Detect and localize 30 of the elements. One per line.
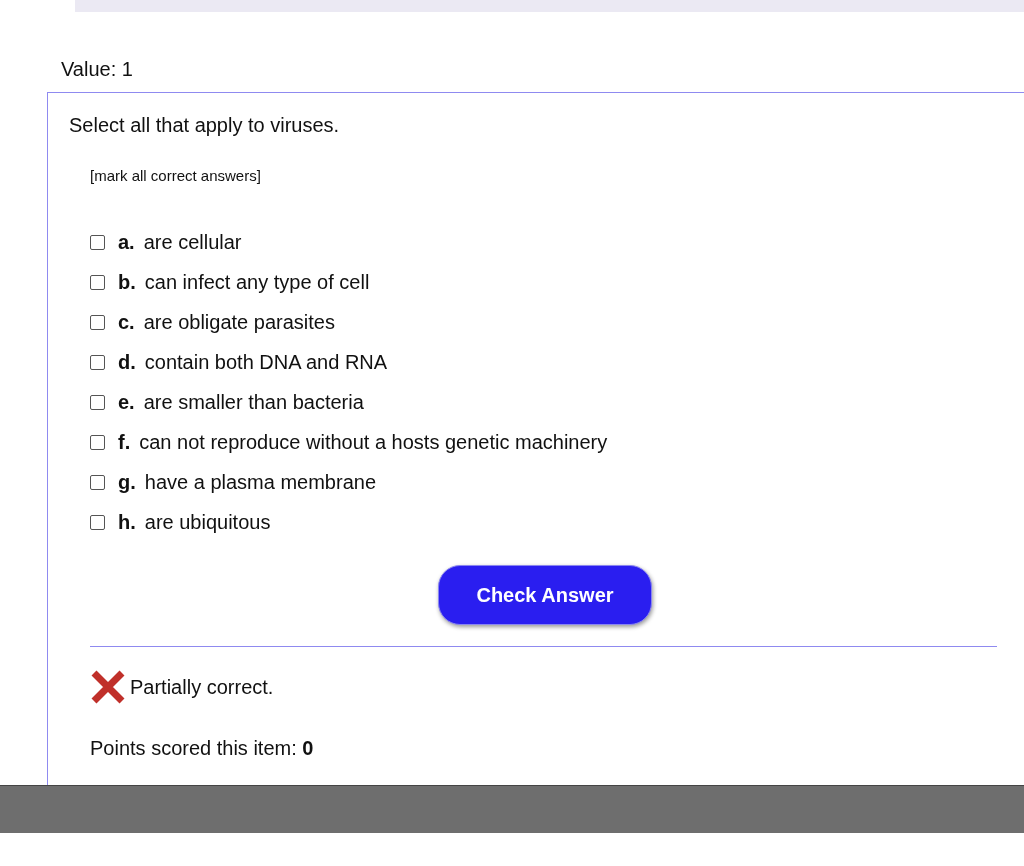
option-text: contain both DNA and RNA xyxy=(144,350,388,374)
checkbox[interactable] xyxy=(90,394,105,410)
checkbox[interactable] xyxy=(90,314,105,330)
checkbox[interactable] xyxy=(90,234,105,250)
option-text: are smaller than bacteria xyxy=(143,390,364,414)
option-text: have a plasma membrane xyxy=(144,470,376,494)
option-letter: e. xyxy=(118,390,135,414)
option-letter: a. xyxy=(118,230,135,254)
check-answer-button[interactable]: Check Answer xyxy=(438,565,652,625)
question-prompt: Select all that apply to viruses. xyxy=(69,113,341,137)
checkbox[interactable] xyxy=(90,514,105,530)
checkbox[interactable] xyxy=(90,354,105,370)
option-text: are ubiquitous xyxy=(144,510,271,534)
option-letter: h. xyxy=(118,510,136,534)
instruction-text: [mark all correct answers] xyxy=(90,167,262,184)
checkbox[interactable] xyxy=(90,274,105,290)
value-label: Value: 1 xyxy=(61,58,134,80)
option-letter: g. xyxy=(118,470,136,494)
option-text: are cellular xyxy=(143,230,242,254)
checkbox[interactable] xyxy=(90,474,105,490)
option-letter: b. xyxy=(118,270,136,294)
checkbox[interactable] xyxy=(90,434,105,450)
option-text: are obligate parasites xyxy=(143,310,335,334)
option-letter: f. xyxy=(118,430,131,454)
feedback-text: Partially correct. xyxy=(130,675,274,699)
option-text: can not reproduce without a hosts genetic machinery xyxy=(139,430,608,454)
points-text: Points scored this item: 0 xyxy=(90,737,315,760)
option-letter: d. xyxy=(118,350,136,374)
option-letter: c. xyxy=(118,310,135,334)
option-text: can infect any type of cell xyxy=(144,270,370,294)
